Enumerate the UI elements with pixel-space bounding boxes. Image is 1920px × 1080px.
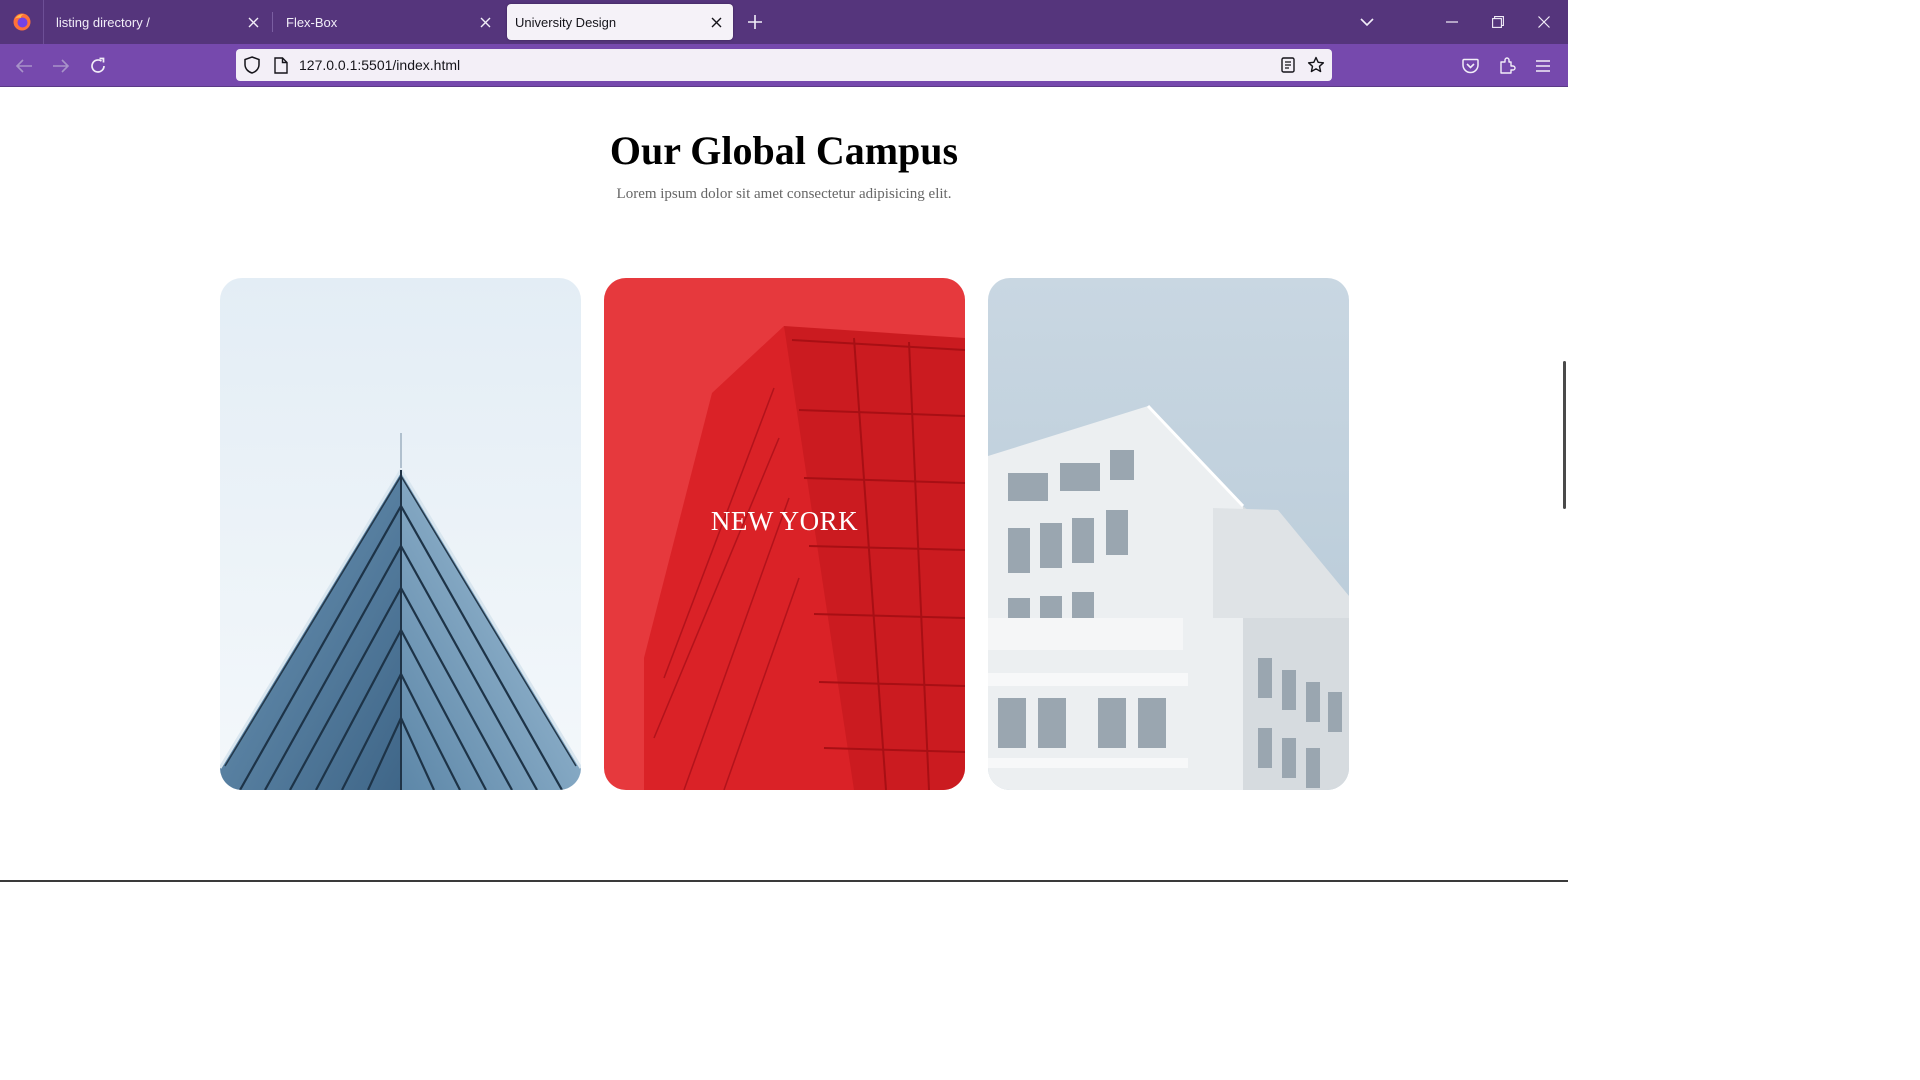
navigation-toolbar: 127.0.0.1:5501/index.html — [0, 44, 1568, 87]
pocket-icon[interactable] — [1456, 52, 1484, 80]
section-subtitle: Lorem ipsum dolor sit amet consectetur a… — [616, 186, 952, 202]
list-all-tabs-button[interactable] — [1344, 0, 1390, 44]
tab-bar: listing directory / Flex-Box University … — [0, 0, 1568, 44]
new-tab-button[interactable] — [742, 9, 768, 35]
section-title: Our Global Campus — [609, 128, 959, 173]
bookmark-star-icon[interactable] — [1306, 55, 1326, 75]
tab-separator — [272, 12, 273, 32]
minimize-button[interactable] — [1429, 0, 1475, 44]
restore-button[interactable] — [1475, 0, 1521, 44]
campus-card-3[interactable] — [988, 278, 1349, 790]
tab-label: Flex-Box — [286, 14, 338, 30]
tab-university-design[interactable]: University Design — [507, 4, 733, 40]
reader-view-icon[interactable] — [1278, 55, 1298, 75]
url-text[interactable]: 127.0.0.1:5501/index.html — [299, 57, 460, 73]
campus-card-2[interactable]: NEW YORK — [604, 278, 965, 790]
close-window-button[interactable] — [1521, 0, 1567, 44]
reload-button[interactable] — [84, 52, 112, 80]
close-icon[interactable] — [703, 9, 729, 35]
firefox-icon[interactable] — [0, 0, 44, 44]
scrollbar[interactable] — [1563, 361, 1566, 509]
shield-icon[interactable] — [242, 55, 262, 75]
close-icon[interactable] — [472, 9, 498, 35]
menu-icon[interactable] — [1529, 52, 1557, 80]
tab-label: University Design — [515, 14, 617, 30]
close-icon[interactable] — [240, 9, 266, 35]
forward-button[interactable] — [47, 52, 75, 80]
white-building-image — [988, 278, 1349, 790]
glass-building-image — [220, 278, 581, 790]
tab-flex-box[interactable]: Flex-Box — [274, 4, 502, 40]
card-caption: NEW YORK — [710, 506, 859, 536]
address-bar[interactable]: 127.0.0.1:5501/index.html — [236, 49, 1332, 81]
back-button[interactable] — [10, 52, 38, 80]
window-bottom-border — [0, 880, 1568, 882]
tab-label: listing directory / — [56, 14, 150, 30]
page-icon[interactable] — [271, 55, 291, 75]
campus-card-1[interactable] — [220, 278, 581, 790]
extensions-icon[interactable] — [1493, 52, 1521, 80]
page-viewport: Our Global Campus Lorem ipsum dolor sit … — [0, 87, 1568, 882]
tab-listing-directory[interactable]: listing directory / — [44, 4, 270, 40]
